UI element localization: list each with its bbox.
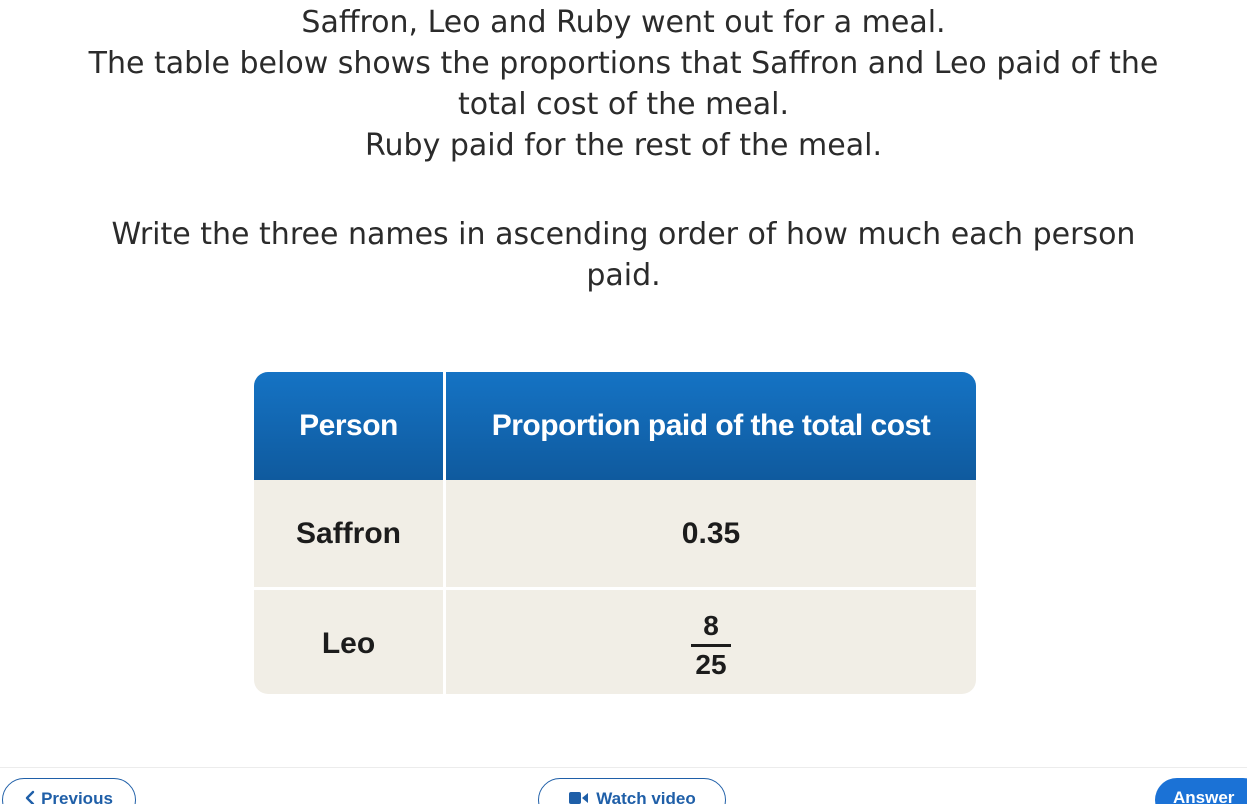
question-line: Ruby paid for the rest of the meal. <box>365 128 882 163</box>
proportion-table-grid: Person Proportion paid of the total cost… <box>254 372 976 694</box>
cell-proportion-leo: 8 25 <box>444 587 976 694</box>
cell-proportion-saffron: 0.35 <box>681 516 741 550</box>
header-proportion: Proportion paid of the total cost <box>444 372 976 480</box>
question-line: Saffron, Leo and Ruby went out for a mea… <box>301 5 946 40</box>
table-row: Saffron 0.35 <box>254 480 976 589</box>
cell-person-saffron: Saffron <box>254 480 446 589</box>
question-text: Saffron, Leo and Ruby went out for a mea… <box>0 2 1247 296</box>
fraction-denominator: 25 <box>695 648 727 680</box>
previous-label: Previous <box>41 789 113 804</box>
watch-video-button[interactable]: Watch video <box>538 778 726 804</box>
video-camera-icon <box>568 789 590 804</box>
table-row: Leo 8 25 <box>254 587 976 694</box>
instruction-line: Write the three names in ascending order… <box>111 217 1136 252</box>
fraction-numerator: 8 <box>703 609 719 641</box>
proportion-table: Person Proportion paid of the total cost… <box>254 372 976 694</box>
header-person: Person <box>254 372 446 480</box>
footer-divider <box>0 767 1247 768</box>
question-page: Saffron, Leo and Ruby went out for a mea… <box>0 0 1247 804</box>
watch-video-label: Watch video <box>596 789 696 804</box>
question-line: The table below shows the proportions th… <box>88 46 1159 81</box>
table-header-row: Person Proportion paid of the total cost <box>254 372 976 480</box>
answer-button[interactable]: Answer <box>1155 778 1247 804</box>
question-line: total cost of the meal. <box>457 87 790 122</box>
chevron-left-icon <box>25 789 35 804</box>
cell-person-leo: Leo <box>254 587 446 694</box>
previous-button[interactable]: Previous <box>2 778 136 804</box>
answer-label: Answer <box>1173 788 1235 804</box>
fraction: 8 25 <box>691 609 731 680</box>
instruction-line: paid. <box>586 258 661 293</box>
